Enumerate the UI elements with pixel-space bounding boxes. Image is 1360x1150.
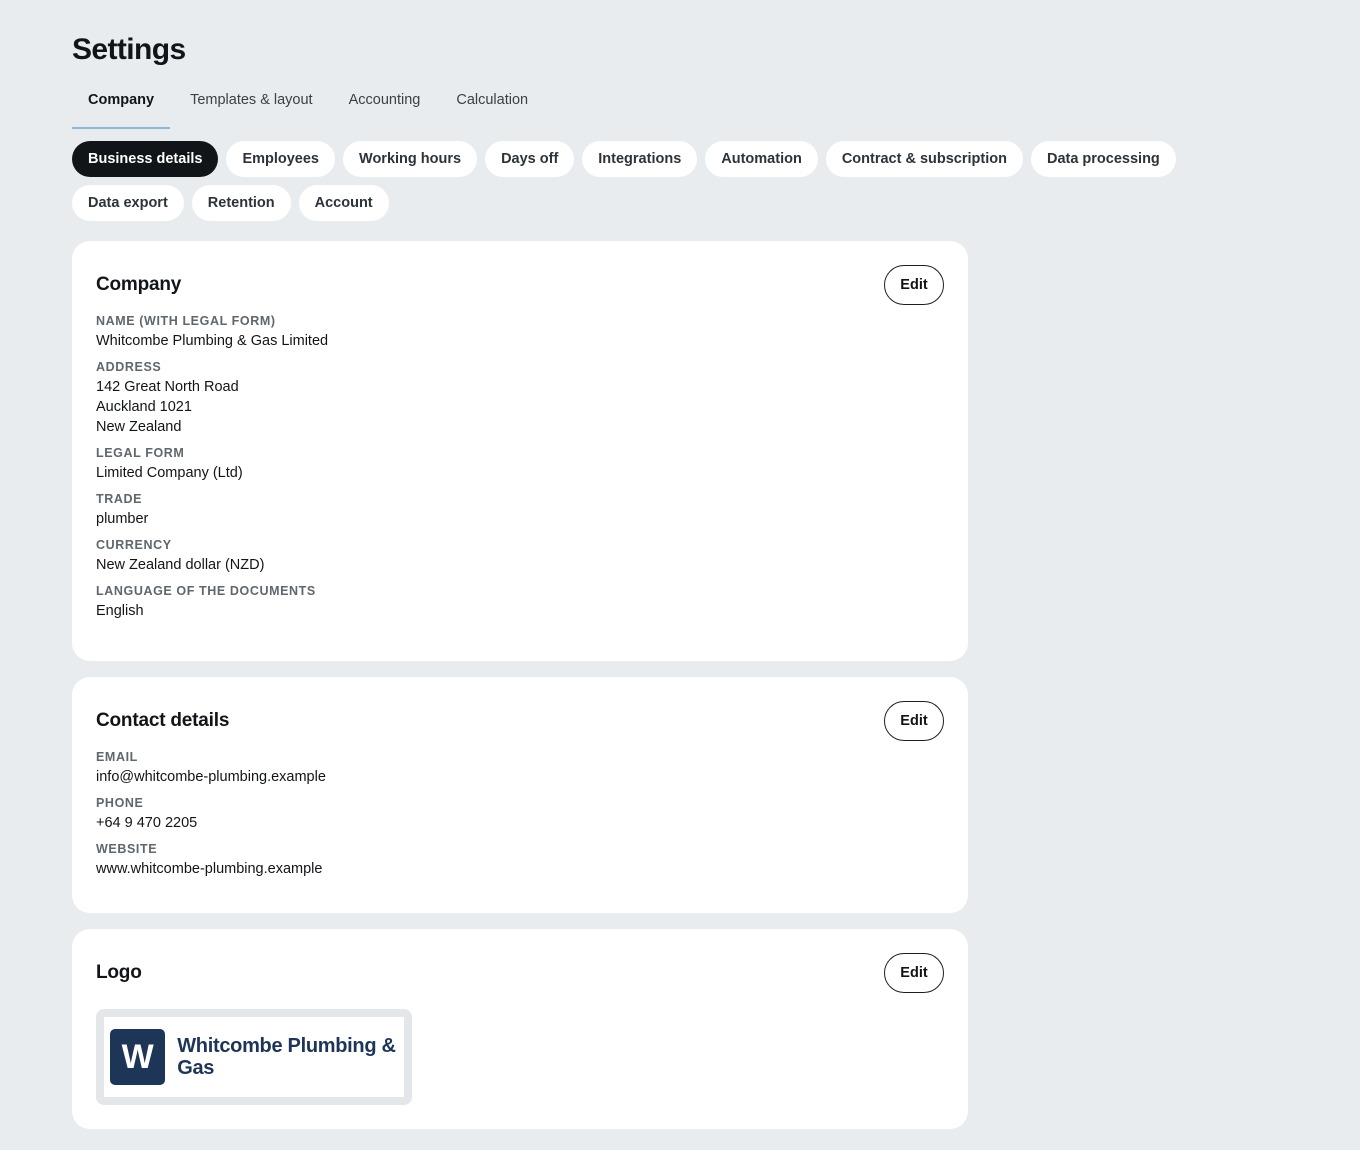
address-line: Auckland 1021: [96, 399, 192, 415]
tab-calculation[interactable]: Calculation: [440, 87, 544, 129]
tab-templates-layout[interactable]: Templates & layout: [174, 87, 329, 129]
address-line: New Zealand: [96, 419, 182, 435]
field-name: Name (with legal form) Whitcombe Plumbin…: [96, 313, 944, 351]
field-label: Name (with legal form): [96, 314, 276, 328]
field-label: Legal form: [96, 446, 185, 460]
pill-account[interactable]: Account: [298, 185, 389, 221]
field-value: +64 9 470 2205: [96, 815, 198, 831]
field-label: Email: [96, 750, 138, 764]
field-language: Language of the documents English: [96, 583, 944, 621]
field-website: Website www.whitcombe-plumbing.example: [96, 841, 944, 879]
pill-retention[interactable]: Retention: [191, 185, 291, 221]
field-label: Phone: [96, 796, 144, 810]
logo-mark-icon: W: [110, 1029, 166, 1085]
contact-card: Contact details Edit Email info@whitcomb…: [72, 677, 968, 913]
field-currency: Currency New Zealand dollar (NZD): [96, 537, 944, 575]
pill-days-off[interactable]: Days off: [485, 141, 575, 177]
company-edit-button[interactable]: Edit: [884, 265, 944, 305]
field-label: Currency: [96, 538, 172, 552]
pill-data-processing[interactable]: Data processing: [1030, 141, 1176, 177]
field-value: New Zealand dollar (NZD): [96, 557, 265, 573]
pill-employees[interactable]: Employees: [226, 141, 336, 177]
field-address: Address 142 Great North Road Auckland 10…: [96, 359, 944, 437]
pill-business-details[interactable]: Business details: [72, 141, 219, 177]
company-card-title: Company: [96, 274, 182, 295]
field-value: www.whitcombe-plumbing.example: [96, 861, 323, 877]
section-pills: Business details Employees Working hours…: [72, 133, 1292, 221]
field-label: Trade: [96, 492, 143, 506]
field-value: 142 Great North Road Auckland 1021 New Z…: [96, 377, 944, 437]
pill-data-export[interactable]: Data export: [72, 185, 184, 221]
field-value: plumber: [96, 511, 149, 527]
field-label: Website: [96, 842, 158, 856]
pill-automation[interactable]: Automation: [705, 141, 818, 177]
settings-tabs: Company Templates & layout Accounting Ca…: [72, 87, 1360, 129]
field-email: Email info@whitcombe-plumbing.example: [96, 749, 944, 787]
field-trade: Trade plumber: [96, 491, 944, 529]
address-line: 142 Great North Road: [96, 379, 239, 395]
logo-image: W Whitcombe Plumbing & Gas: [104, 1017, 404, 1097]
tab-accounting[interactable]: Accounting: [333, 87, 437, 129]
field-phone: Phone +64 9 470 2205: [96, 795, 944, 833]
field-value: info@whitcombe-plumbing.example: [96, 769, 326, 785]
field-value: English: [96, 603, 144, 619]
field-legal-form: Legal form Limited Company (Ltd): [96, 445, 944, 483]
field-label: Address: [96, 360, 162, 374]
tab-company[interactable]: Company: [72, 87, 171, 129]
contact-fields: Email info@whitcombe-plumbing.example Ph…: [96, 749, 944, 879]
pill-contract-subscription[interactable]: Contract & subscription: [825, 141, 1023, 177]
logo-card-title: Logo: [96, 962, 142, 983]
page-title: Settings: [72, 33, 186, 66]
logo-brand-text: Whitcombe Plumbing & Gas: [177, 1035, 396, 1079]
field-value: Whitcombe Plumbing & Gas Limited: [96, 333, 329, 349]
pill-integrations[interactable]: Integrations: [582, 141, 698, 177]
pill-working-hours[interactable]: Working hours: [343, 141, 478, 177]
contact-edit-button[interactable]: Edit: [884, 701, 944, 741]
field-label: Language of the documents: [96, 584, 316, 598]
field-value: Limited Company (Ltd): [96, 465, 243, 481]
settings-page: Settings Company Templates & layout Acco…: [0, 0, 1360, 1129]
logo-preview: W Whitcombe Plumbing & Gas: [96, 1009, 412, 1105]
logo-card: Logo Edit W Whitcombe Plumbing & Gas: [72, 929, 968, 1129]
company-fields: Name (with legal form) Whitcombe Plumbin…: [96, 313, 944, 621]
company-card: Company Edit Name (with legal form) Whit…: [72, 241, 968, 661]
logo-edit-button[interactable]: Edit: [884, 953, 944, 993]
contact-card-title: Contact details: [96, 710, 230, 731]
